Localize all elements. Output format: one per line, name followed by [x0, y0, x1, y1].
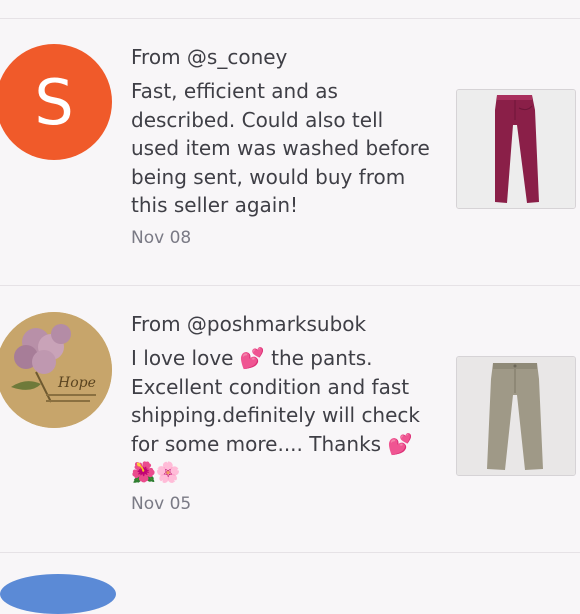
item-thumbnail[interactable]: [456, 89, 576, 209]
maroon-pants-thumbnail-icon: [457, 90, 575, 208]
from-prefix: From: [131, 45, 187, 69]
svg-text:Hope: Hope: [57, 375, 96, 391]
review-text-part: I love love: [131, 346, 240, 370]
review-text: Fast, efficient and as described. Could …: [131, 79, 430, 217]
khaki-pants-thumbnail-icon: [457, 357, 575, 475]
avatar[interactable]: Hope: [0, 312, 112, 428]
two-hearts-emoji-icon: 💕: [387, 431, 413, 456]
item-thumbnail[interactable]: [456, 356, 576, 476]
divider-top: [0, 18, 580, 19]
hydrangea-hope-avatar-icon: Hope: [0, 312, 112, 428]
username-link[interactable]: @poshmarksubok: [187, 312, 366, 336]
review-author[interactable]: From @poshmarksubok: [131, 312, 366, 336]
avatar[interactable]: S: [0, 44, 112, 160]
review-text: I love love 💕 the pants. Excellent condi…: [131, 344, 431, 487]
username-link[interactable]: @s_coney: [187, 45, 287, 69]
flowers-emoji-icon: 🌺🌸: [131, 460, 181, 484]
review-author[interactable]: From @s_coney: [131, 45, 287, 69]
avatar[interactable]: [0, 574, 116, 614]
avatar-letter: S: [34, 65, 74, 139]
from-prefix: From: [131, 312, 187, 336]
divider: [0, 552, 580, 553]
review-date: Nov 08: [131, 228, 192, 248]
review-date: Nov 05: [131, 494, 192, 514]
divider: [0, 285, 580, 286]
two-hearts-emoji-icon: 💕: [239, 346, 265, 370]
